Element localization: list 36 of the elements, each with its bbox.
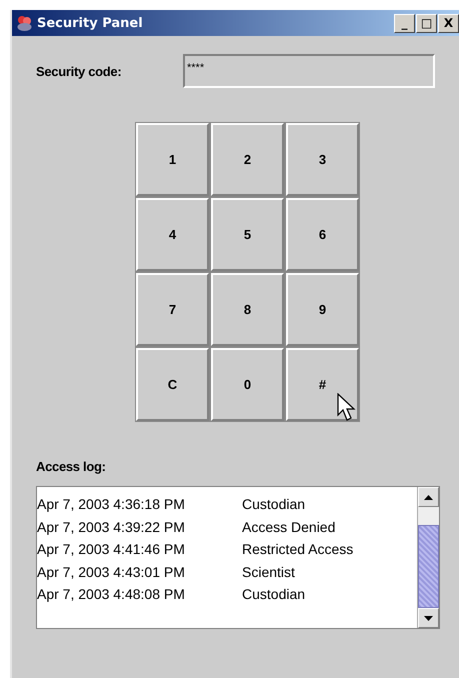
security-code-field[interactable]: **** [183, 54, 435, 88]
scrollbar-thumb[interactable] [418, 525, 439, 608]
log-event: Access Denied [242, 518, 336, 536]
keypad-button[interactable]: 4 [136, 198, 209, 271]
scroll-up-button[interactable] [418, 487, 439, 507]
keypad-button[interactable]: 7 [136, 273, 209, 346]
log-event: Custodian [242, 585, 306, 604]
log-time: Apr 7, 2003 4:43:01 PM [37, 562, 186, 582]
scroll-down-button[interactable] [418, 608, 439, 628]
log-event: Scientist [242, 562, 295, 582]
window-control-button[interactable]: _ [394, 14, 415, 32]
keypad-button[interactable]: 2 [211, 123, 284, 196]
keypad-button[interactable]: 1 [136, 123, 209, 196]
log-event: Restricted Access [242, 540, 354, 559]
window-control-button[interactable]: □ [416, 14, 437, 32]
keypad-button[interactable]: 6 [286, 198, 359, 271]
field-label: Security code: [36, 64, 122, 78]
app-icon [16, 14, 33, 32]
window-control-button[interactable]: X [438, 14, 459, 32]
window-title: Security Panel [37, 16, 144, 30]
up-arrow-icon [424, 494, 433, 500]
section-label: Access log: [36, 459, 107, 474]
log-time: Apr 7, 2003 4:48:08 PM [37, 585, 186, 604]
log-time: Apr 7, 2003 4:41:46 PM [37, 540, 186, 559]
log-event: Custodian [242, 495, 306, 514]
keypad-button[interactable]: 3 [286, 123, 359, 196]
down-arrow-icon [424, 616, 433, 620]
mouse-pointer-icon [337, 393, 357, 423]
keypad-button[interactable]: 5 [211, 198, 284, 271]
keypad-button[interactable]: C [136, 348, 209, 421]
keypad-button[interactable]: # [286, 348, 359, 421]
keypad-button[interactable]: 8 [211, 273, 284, 346]
keypad-button[interactable]: 0 [211, 348, 284, 421]
keypad-button[interactable]: 9 [286, 273, 359, 346]
log-time: Apr 7, 2003 4:39:22 PM [37, 518, 186, 537]
log-time: Apr 7, 2003 4:36:18 PM [37, 495, 186, 514]
